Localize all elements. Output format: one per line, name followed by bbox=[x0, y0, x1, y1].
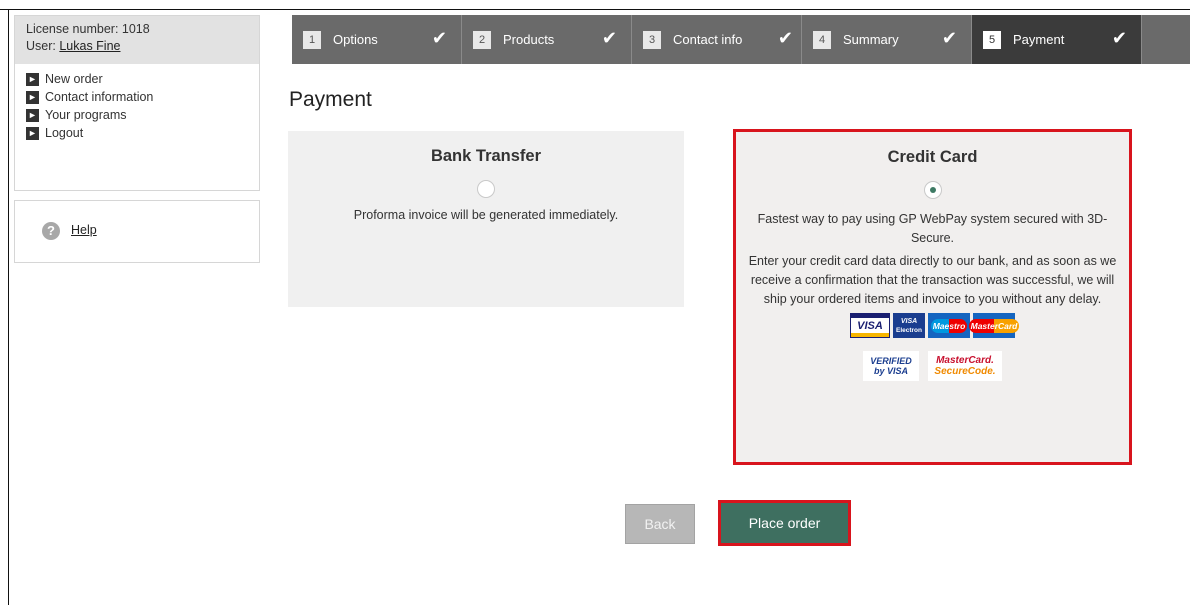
place-order-highlight: Place order bbox=[718, 500, 851, 546]
chevron-right-icon: ► bbox=[26, 72, 39, 86]
secure-logos-row: VERIFIED by VISA MasterCard. SecureCode. bbox=[736, 351, 1129, 381]
bank-transfer-radio[interactable] bbox=[477, 180, 495, 198]
sidebar-item-label: Contact information bbox=[45, 90, 154, 104]
user-prefix: User: bbox=[26, 39, 60, 53]
bank-transfer-description: Proforma invoice will be generated immed… bbox=[353, 208, 619, 222]
help-panel: ? Help bbox=[14, 200, 260, 263]
account-panel: License number: 1018 User: Lukas Fine ► … bbox=[14, 15, 260, 191]
user-line: User: Lukas Fine bbox=[26, 38, 259, 55]
sidebar-item-label: Logout bbox=[45, 126, 84, 140]
back-button[interactable]: Back bbox=[625, 504, 695, 544]
step-label: Products bbox=[503, 32, 555, 47]
mastercard-logo: MasterCard bbox=[968, 313, 1020, 338]
mcsc-text-2: SecureCode. bbox=[934, 366, 996, 377]
chevron-right-icon: ► bbox=[26, 108, 39, 122]
sidebar-item-your-programs[interactable]: ► Your programs bbox=[26, 106, 259, 124]
maestro-logo-text: Maestro bbox=[930, 318, 968, 333]
steps-bar-filler bbox=[1142, 15, 1190, 64]
step-summary[interactable]: 4 Summary ✔ bbox=[802, 15, 972, 64]
chevron-right-icon: ► bbox=[26, 126, 39, 140]
vbv-text-1: VERIFIED bbox=[870, 356, 912, 366]
checkmark-icon: ✔ bbox=[431, 28, 447, 48]
page-title: Payment bbox=[289, 88, 372, 111]
step-label: Options bbox=[333, 32, 378, 47]
step-label: Contact info bbox=[673, 32, 743, 47]
help-link[interactable]: Help bbox=[71, 223, 97, 237]
checkmark-icon: ✔ bbox=[601, 28, 617, 48]
step-products[interactable]: 2 Products ✔ bbox=[462, 15, 632, 64]
step-label: Payment bbox=[1013, 32, 1065, 47]
credit-card-description-1: Fastest way to pay using GP WebPay syste… bbox=[757, 212, 1108, 245]
bank-transfer-option[interactable]: Bank Transfer Proforma invoice will be g… bbox=[288, 131, 684, 307]
credit-card-description-2: Enter your credit card data directly to … bbox=[748, 254, 1117, 306]
step-number: 1 bbox=[303, 30, 321, 49]
question-mark-icon: ? bbox=[42, 222, 60, 240]
credit-card-option[interactable]: Credit Card Fastest way to pay using GP … bbox=[733, 129, 1132, 465]
mcsc-text-1: MasterCard. bbox=[936, 355, 994, 366]
sidebar-item-contact-information[interactable]: ► Contact information bbox=[26, 88, 259, 106]
visa-logo: VISA bbox=[850, 313, 890, 338]
mastercard-logo-text: MasterCard bbox=[968, 318, 1020, 333]
window-top-border bbox=[0, 0, 1190, 10]
license-number: License number: 1018 bbox=[26, 22, 150, 36]
checkmark-icon: ✔ bbox=[777, 28, 793, 48]
visa-electron-text-2: Electron bbox=[895, 326, 922, 334]
maestro-logo: Maestro bbox=[928, 313, 970, 338]
step-number: 2 bbox=[473, 30, 491, 49]
visa-electron-text-1: VISA bbox=[900, 317, 918, 325]
visa-electron-logo: VISA Electron bbox=[893, 313, 925, 338]
step-options[interactable]: 1 Options ✔ bbox=[292, 15, 462, 64]
vbv-text-2: by VISA bbox=[873, 366, 908, 376]
checkout-steps: 1 Options ✔ 2 Products ✔ 3 Contact info … bbox=[292, 15, 1190, 64]
step-number: 5 bbox=[983, 30, 1001, 49]
verified-by-visa-logo: VERIFIED by VISA bbox=[863, 351, 919, 381]
bank-transfer-title: Bank Transfer bbox=[430, 147, 542, 165]
step-label: Summary bbox=[843, 32, 899, 47]
sidebar-item-new-order[interactable]: ► New order bbox=[26, 70, 259, 88]
place-order-button[interactable]: Place order bbox=[721, 503, 848, 543]
step-payment[interactable]: 5 Payment ✔ bbox=[972, 15, 1142, 64]
sidebar-item-label: Your programs bbox=[45, 108, 127, 122]
sidebar-item-logout[interactable]: ► Logout bbox=[26, 124, 259, 142]
card-logos-row: VISA VISA Electron Maestro MasterCard bbox=[736, 313, 1129, 338]
step-contact-info[interactable]: 3 Contact info ✔ bbox=[632, 15, 802, 64]
user-name-link[interactable]: Lukas Fine bbox=[59, 39, 120, 53]
checkmark-icon: ✔ bbox=[1111, 28, 1127, 48]
credit-card-title: Credit Card bbox=[887, 148, 978, 166]
credit-card-description: Fastest way to pay using GP WebPay syste… bbox=[736, 210, 1129, 309]
visa-logo-text: VISA bbox=[857, 319, 883, 332]
checkmark-icon: ✔ bbox=[941, 28, 957, 48]
credit-card-radio[interactable] bbox=[923, 181, 942, 199]
step-number: 4 bbox=[813, 30, 831, 49]
window-left-border bbox=[8, 9, 9, 605]
mastercard-securecode-logo: MasterCard. SecureCode. bbox=[928, 351, 1002, 381]
sidebar-item-label: New order bbox=[45, 72, 103, 86]
step-number: 3 bbox=[643, 30, 661, 49]
account-header: License number: 1018 User: Lukas Fine bbox=[15, 16, 259, 64]
chevron-right-icon: ► bbox=[26, 90, 39, 104]
sidebar-menu: ► New order ► Contact information ► Your… bbox=[15, 64, 259, 142]
